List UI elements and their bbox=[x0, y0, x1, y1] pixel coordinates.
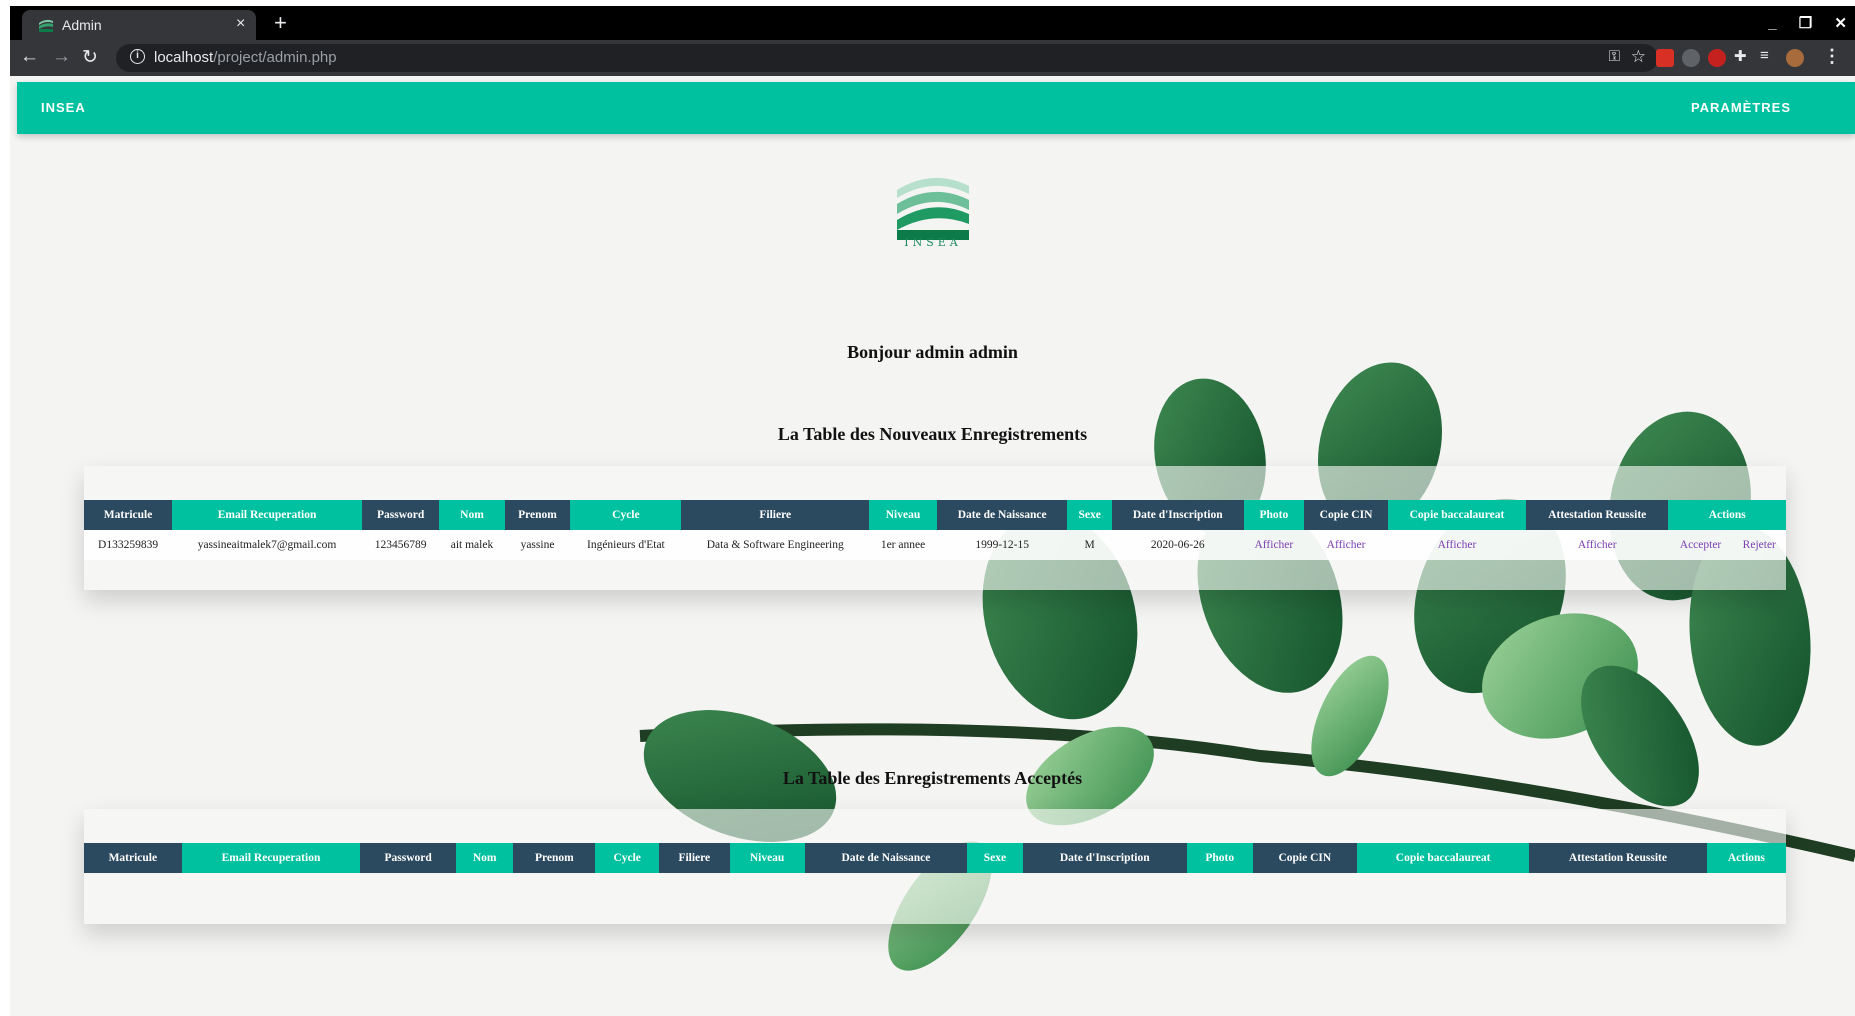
col-header: Matricule bbox=[84, 843, 182, 873]
show-cin-link[interactable]: Afficher bbox=[1327, 539, 1366, 551]
col-header: Password bbox=[361, 500, 440, 530]
col-header: Date d'Inscription bbox=[1111, 500, 1244, 530]
cell-password: 123456789 bbox=[361, 530, 440, 560]
new-tab-button[interactable]: + bbox=[274, 10, 287, 36]
col-header: Filiere bbox=[681, 500, 870, 530]
col-header: Attestation Reussite bbox=[1529, 843, 1707, 873]
download-extension-icon[interactable] bbox=[1682, 49, 1700, 67]
show-bac-link[interactable]: Afficher bbox=[1438, 539, 1477, 551]
cell-prenom: yassine bbox=[504, 530, 571, 560]
reload-icon[interactable]: ↻ bbox=[82, 46, 98, 69]
new-registrations-card: Matricule Email Recuperation Password No… bbox=[84, 466, 1786, 590]
adblock-icon[interactable] bbox=[1708, 49, 1726, 67]
bookmark-star-icon[interactable]: ☆ bbox=[1631, 47, 1646, 67]
col-header: Niveau bbox=[729, 843, 805, 873]
key-icon[interactable]: ⚿ bbox=[1609, 48, 1620, 65]
url-host: localhost bbox=[154, 49, 214, 66]
col-header: Password bbox=[360, 843, 456, 873]
col-header: Cycle bbox=[595, 843, 660, 873]
cell-reject: Rejeter bbox=[1732, 530, 1786, 560]
browser-menu-icon[interactable]: ⋮ bbox=[1823, 46, 1841, 67]
profile-avatar[interactable] bbox=[1786, 49, 1804, 67]
cell-date-inscription: 2020-06-26 bbox=[1111, 530, 1244, 560]
cell-accept: Accepter bbox=[1668, 530, 1733, 560]
back-icon[interactable]: ← bbox=[20, 46, 39, 68]
accepted-registrations-title: La Table des Enregistrements Acceptés bbox=[782, 768, 1083, 788]
cell-copie-bac: Afficher bbox=[1387, 530, 1526, 560]
col-header: Date de Naissance bbox=[936, 500, 1068, 530]
restore-icon[interactable]: ❐ bbox=[1799, 15, 1812, 32]
browser-window: Admin × + _ ❐ ✕ ← → ↻ i localhost/projec… bbox=[0, 0, 1855, 1016]
page-content: INSEA PARAMÈTRES INSEA Bonjour admin adm… bbox=[10, 76, 1855, 1016]
logo-text: INSEA bbox=[904, 236, 962, 249]
reject-link[interactable]: Rejeter bbox=[1743, 539, 1776, 551]
col-header: Attestation Reussite bbox=[1526, 500, 1669, 530]
url-path: /project/admin.php bbox=[213, 49, 337, 66]
accept-link[interactable]: Accepter bbox=[1680, 539, 1722, 551]
col-header: Matricule bbox=[84, 500, 173, 530]
forward-icon[interactable]: → bbox=[52, 46, 71, 68]
browser-tab[interactable]: Admin × bbox=[22, 10, 256, 40]
col-header: Nom bbox=[439, 500, 505, 530]
cell-nom: ait malek bbox=[439, 530, 505, 560]
col-header: Sexe bbox=[967, 843, 1023, 873]
show-attestation-link[interactable]: Afficher bbox=[1578, 539, 1617, 551]
col-header: Photo bbox=[1186, 843, 1253, 873]
info-icon[interactable]: i bbox=[130, 49, 145, 64]
close-window-icon[interactable]: ✕ bbox=[1834, 15, 1847, 32]
minimize-icon[interactable]: _ bbox=[1768, 15, 1776, 32]
table-header-row: Matricule Email Recuperation Password No… bbox=[84, 843, 1786, 873]
cell-date-naissance: 1999-12-15 bbox=[936, 530, 1068, 560]
accepted-registrations-table: Matricule Email Recuperation Password No… bbox=[84, 843, 1786, 873]
col-header: Prenom bbox=[504, 500, 571, 530]
tab-close-icon[interactable]: × bbox=[236, 15, 245, 33]
col-header: Photo bbox=[1243, 500, 1305, 530]
favicon-icon bbox=[39, 19, 53, 32]
cell-copie-cin: Afficher bbox=[1304, 530, 1388, 560]
col-header: Cycle bbox=[570, 500, 682, 530]
settings-link[interactable]: PARAMÈTRES bbox=[1691, 100, 1791, 115]
show-photo-link[interactable]: Afficher bbox=[1255, 539, 1294, 551]
col-header: Copie baccalaureat bbox=[1357, 843, 1530, 873]
new-registrations-table: Matricule Email Recuperation Password No… bbox=[84, 500, 1786, 560]
table-row: D133259839 yassineaitmalek7@gmail.com 12… bbox=[84, 530, 1786, 560]
col-header: Actions bbox=[1706, 843, 1786, 873]
col-header: Prenom bbox=[513, 843, 596, 873]
media-queue-icon[interactable]: ≡ bbox=[1760, 47, 1778, 65]
cell-sexe: M bbox=[1067, 530, 1112, 560]
col-header: Email Recuperation bbox=[172, 500, 362, 530]
col-header: Actions bbox=[1668, 500, 1786, 530]
col-header: Date d'Inscription bbox=[1022, 843, 1187, 873]
col-header: Copie CIN bbox=[1304, 500, 1388, 530]
cell-cycle: Ingénieurs d'Etat bbox=[570, 530, 682, 560]
extensions-puzzle-icon[interactable]: ✚ bbox=[1734, 47, 1752, 65]
col-header: Niveau bbox=[869, 500, 937, 530]
col-header: Copie baccalaureat bbox=[1387, 500, 1526, 530]
tab-title: Admin bbox=[62, 17, 102, 33]
col-header: Filiere bbox=[659, 843, 730, 873]
cell-niveau: 1er annee bbox=[869, 530, 937, 560]
address-bar[interactable]: i localhost/project/admin.php ⚿ ☆ bbox=[116, 44, 1658, 72]
top-navbar: INSEA PARAMÈTRES bbox=[17, 82, 1855, 134]
cell-email: yassineaitmalek7@gmail.com bbox=[172, 530, 362, 560]
col-header: Copie CIN bbox=[1252, 843, 1358, 873]
col-header: Nom bbox=[455, 843, 514, 873]
extension-red-icon[interactable] bbox=[1656, 49, 1674, 67]
col-header: Email Recuperation bbox=[181, 843, 361, 873]
accepted-registrations-card: Matricule Email Recuperation Password No… bbox=[84, 809, 1786, 924]
brand-link[interactable]: INSEA bbox=[41, 100, 86, 115]
col-header: Date de Naissance bbox=[804, 843, 968, 873]
cell-matricule: D133259839 bbox=[84, 530, 173, 560]
browser-toolbar: ← → ↻ i localhost/project/admin.php ⚿ ☆ … bbox=[10, 40, 1855, 76]
cell-photo: Afficher bbox=[1243, 530, 1305, 560]
cell-filiere: Data & Software Engineering bbox=[681, 530, 870, 560]
tab-strip: Admin × + _ ❐ ✕ bbox=[10, 6, 1855, 40]
col-header: Sexe bbox=[1067, 500, 1112, 530]
greeting-text: Bonjour admin admin bbox=[847, 342, 1018, 362]
cell-attestation: Afficher bbox=[1526, 530, 1669, 560]
window-controls: _ ❐ ✕ bbox=[1750, 14, 1847, 32]
table-header-row: Matricule Email Recuperation Password No… bbox=[84, 500, 1786, 530]
new-registrations-title: La Table des Nouveaux Enregistrements bbox=[777, 424, 1088, 444]
url-text: localhost/project/admin.php bbox=[154, 49, 337, 66]
